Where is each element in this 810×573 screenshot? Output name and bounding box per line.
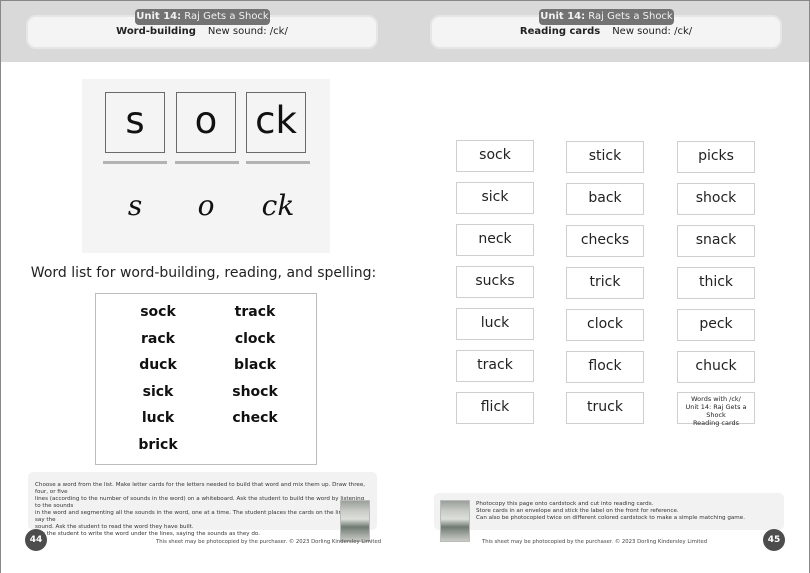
header-subtitle: Word-building New sound: /ck/ [28,26,376,37]
word-list-item: sock [140,304,176,320]
book-cover-thumbnail [440,500,470,542]
reading-cards-label-card: Words with /ck/ Unit 14: Raj Gets a Shoc… [677,392,755,427]
word-list-title: Word list for word-building, reading, an… [30,265,377,281]
page-number: 45 [763,529,785,551]
header-subtitle: Reading cards New sound: /ck/ [432,26,780,37]
word-list-item: black [234,357,276,373]
reading-card: trick [566,267,644,299]
instruction-line: lines (according to the number of sounds… [35,496,365,509]
reading-card: sick [456,182,534,214]
word-list-item: rack [141,331,175,347]
reading-card: checks [566,225,644,257]
label-line: Unit 14: Raj Gets a Shock [685,403,747,419]
instruction-line: in the word and segmenting all the sound… [35,510,368,523]
word-list-item: sick [142,384,174,400]
unit-number: Unit 14: [136,11,182,22]
word-list-box: sock rack duck sick luck brick track clo… [95,293,317,465]
instructions-box: Choose a word from the list. Make letter… [28,472,377,537]
letter-card: ck [246,92,306,153]
page-number: 44 [25,529,47,551]
new-sound-label: New sound: /ck/ [207,26,288,37]
word-list-item: duck [139,357,177,373]
book-cover-thumbnail [340,500,370,542]
unit-title: Raj Gets a Shock [588,11,673,22]
word-building-panel: s o ck s o ck [82,79,330,253]
word-list-item: clock [234,331,276,347]
instruction-line: Can also be photocopied twice on differe… [476,515,745,521]
reading-card: neck [456,224,534,256]
instruction-line: Store cards in an envelope and stick the… [476,508,679,514]
written-letter: s [127,189,143,222]
word-list-item: luck [141,410,175,426]
written-letter: ck [261,189,295,222]
section-title: Reading cards [519,26,601,37]
reading-card: picks [677,141,755,173]
reading-card: sucks [456,266,534,298]
label-line: Reading cards [692,419,740,427]
unit-title: Raj Gets a Shock [184,11,269,22]
letter-card: s [105,92,165,153]
reading-card: thick [677,267,755,299]
label-line: Words with /ck/ [691,395,741,403]
reading-card: flock [566,351,644,383]
instruction-line: Choose a word from the list. Make letter… [35,482,366,495]
word-list-item: brick [138,437,178,453]
instructions-box: Photocopy this page onto cardstock and c… [434,493,784,530]
reading-card: flick [456,392,534,424]
reading-card: clock [566,309,644,341]
instruction-line: sound. Ask the student to read the word … [35,524,194,530]
reading-card: back [566,183,644,215]
left-page: Word-building New sound: /ck/ Unit 14: Ra… [0,0,405,573]
written-letter: o [197,189,215,222]
word-list-item: track [234,304,276,320]
header-band: Word-building New sound: /ck/ Unit 14: Ra… [1,0,405,62]
right-page: Reading cards New sound: /ck/ Unit 14: Ra… [405,0,810,573]
reading-card: stick [566,141,644,173]
unit-pill: Unit 14: Raj Gets a Shock [135,9,270,25]
reading-card: chuck [677,351,755,383]
reading-card: truck [566,392,644,424]
unit-number: Unit 14: [540,11,586,22]
word-list-item: shock [232,384,278,400]
section-title: Word-building [116,26,196,37]
sound-line [246,161,310,164]
reading-card: luck [456,308,534,340]
new-sound-label: New sound: /ck/ [612,26,693,37]
header-band: Reading cards New sound: /ck/ Unit 14: Ra… [405,0,809,62]
sound-line [175,161,239,164]
letter-card: o [176,92,236,153]
reading-card: peck [677,309,755,341]
reading-card: shock [677,183,755,215]
copyright-notice: This sheet may be photocopied by the pur… [156,539,382,545]
reading-card: snack [677,225,755,257]
unit-pill: Unit 14: Raj Gets a Shock [539,9,674,25]
instruction-line: Photocopy this page onto cardstock and c… [476,501,654,507]
sound-line [103,161,167,164]
reading-card: track [456,350,534,382]
reading-card: sock [456,140,534,172]
copyright-notice: This sheet may be photocopied by the pur… [482,539,708,545]
word-list-item: check [232,410,278,426]
instruction-line: Ask the student to write the word under … [35,531,261,537]
